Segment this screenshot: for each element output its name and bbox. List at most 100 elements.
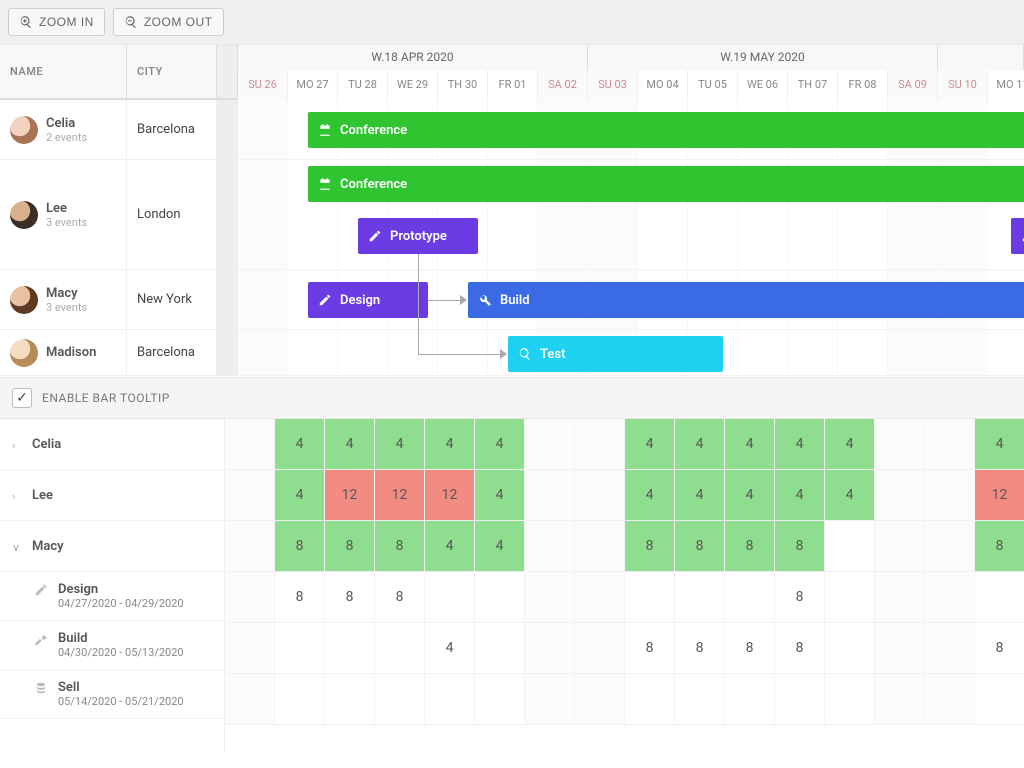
histogram-cell: 8: [325, 521, 375, 571]
histogram-cell: 4: [775, 419, 825, 469]
histogram-cell: [925, 623, 975, 673]
dependency-arrow-icon: [460, 295, 467, 305]
histogram-cell: [575, 623, 625, 673]
tree-group[interactable]: › Lee: [0, 470, 224, 521]
day-header: MO 11: [988, 70, 1024, 100]
resource-row[interactable]: Lee 3 events London: [0, 160, 238, 270]
splitter[interactable]: [217, 160, 238, 269]
histogram-row: 488888: [225, 623, 1024, 674]
chevron-down-icon: ∨: [12, 539, 24, 554]
zoom-out-button[interactable]: ZOOM OUT: [113, 8, 224, 36]
histogram-cell: [975, 572, 1024, 622]
calendar-icon: [318, 177, 332, 191]
tree-task-dates: 04/30/2020 - 05/13/2020: [58, 646, 184, 659]
splitter[interactable]: [217, 100, 238, 159]
histogram-cell: 4: [625, 470, 675, 520]
tree-task-name: Sell: [58, 680, 184, 695]
enable-tooltip-checkbox[interactable]: ✓: [12, 388, 32, 408]
resource-row[interactable]: Celia 2 events Barcelona: [0, 100, 238, 160]
event-label: Design: [340, 293, 380, 308]
resource-tree: › Celia› Lee∨ Macy Design 04/27/2020 - 0…: [0, 419, 225, 751]
tree-task-name: Design: [58, 582, 184, 597]
zoom-in-button[interactable]: ZOOM IN: [8, 8, 105, 36]
histogram-cell: [575, 572, 625, 622]
pencil-icon: [34, 582, 50, 601]
histogram-cell: [225, 674, 275, 724]
histogram-cell: [825, 521, 875, 571]
event-bar[interactable]: Build: [468, 282, 1024, 318]
resource-city: Barcelona: [127, 330, 217, 375]
day-header: FR 08: [838, 70, 888, 100]
histogram-cell: 12: [375, 470, 425, 520]
histogram-cell: 4: [675, 419, 725, 469]
splitter[interactable]: [217, 45, 238, 98]
histogram-cell: [725, 674, 775, 724]
event-bar[interactable]: Prototype: [358, 218, 478, 254]
histogram-row: 44444444444: [225, 419, 1024, 470]
event-label: Conference: [340, 177, 407, 192]
avatar: [10, 116, 38, 144]
histogram-cell: 4: [475, 470, 525, 520]
event-bar[interactable]: Design: [308, 282, 428, 318]
avatar: [10, 201, 38, 229]
zoom-in-icon: [19, 15, 33, 29]
histogram-cell: [625, 572, 675, 622]
dependency-line: [418, 254, 419, 354]
histogram-cell: [275, 674, 325, 724]
zoom-out-label: ZOOM OUT: [144, 15, 213, 29]
histogram-panel: › Celia› Lee∨ Macy Design 04/27/2020 - 0…: [0, 419, 1024, 751]
histogram-cell: [575, 419, 625, 469]
histogram-cell: [225, 521, 275, 571]
splitter[interactable]: [217, 330, 238, 375]
header-city[interactable]: CITY: [127, 45, 217, 98]
histogram-cell: 4: [425, 521, 475, 571]
histogram-cell: 8: [725, 521, 775, 571]
avatar: [10, 286, 38, 314]
avatar: [10, 339, 38, 367]
histogram-cell: 4: [425, 623, 475, 673]
histogram-cell: 4: [475, 521, 525, 571]
histogram-cell: 4: [425, 419, 475, 469]
coins-icon: [34, 680, 50, 699]
tree-group[interactable]: › Celia: [0, 419, 224, 470]
histogram-row: 8888: [225, 572, 1024, 623]
histogram-cell: 8: [975, 623, 1024, 673]
histogram-cell: 8: [675, 623, 725, 673]
resource-subtext: 3 events: [46, 216, 87, 229]
histogram-cell: 4: [325, 419, 375, 469]
histogram-cell: [475, 674, 525, 724]
timeline[interactable]: W.18 APR 2020W.19 MAY 2020 SU 26MO 27TU …: [238, 45, 1024, 376]
event-bar[interactable]: Test: [508, 336, 723, 372]
resource-city: Barcelona: [127, 100, 217, 159]
tree-group[interactable]: ∨ Macy: [0, 521, 224, 572]
search-icon: [518, 347, 532, 361]
histogram-cell: 4: [275, 470, 325, 520]
histogram-cell: [575, 521, 625, 571]
event-bar[interactable]: Conference: [308, 112, 1024, 148]
wrench-icon: [478, 293, 492, 307]
event-bar[interactable]: Conference: [308, 166, 1024, 202]
tree-task[interactable]: Design 04/27/2020 - 04/29/2020: [0, 572, 224, 621]
tree-task[interactable]: Build 04/30/2020 - 05/13/2020: [0, 621, 224, 670]
day-header: SU 26: [238, 70, 288, 100]
header-name[interactable]: NAME: [0, 45, 127, 98]
day-header: SA 02: [538, 70, 588, 100]
tree-task-dates: 04/27/2020 - 04/29/2020: [58, 597, 184, 610]
histogram-cell: [875, 674, 925, 724]
splitter[interactable]: [217, 270, 238, 329]
resource-name: Macy: [46, 286, 87, 301]
histogram-cell: [925, 572, 975, 622]
resource-row[interactable]: Macy 3 events New York: [0, 270, 238, 330]
day-header: TU 05: [688, 70, 738, 100]
histogram-cell: 4: [275, 419, 325, 469]
histogram-cell: [525, 572, 575, 622]
resource-row[interactable]: Madison Barcelona: [0, 330, 238, 376]
histogram-grid[interactable]: 4444444444441212124444441288844888888888…: [225, 419, 1024, 751]
tree-task[interactable]: Sell 05/14/2020 - 05/21/2020: [0, 670, 224, 719]
histogram-cell: [425, 572, 475, 622]
week-header: W.18 APR 2020: [238, 45, 588, 70]
event-bar[interactable]: [1011, 218, 1024, 254]
day-header: MO 27: [288, 70, 338, 100]
histogram-cell: 8: [275, 521, 325, 571]
tree-group-name: Celia: [32, 437, 61, 452]
